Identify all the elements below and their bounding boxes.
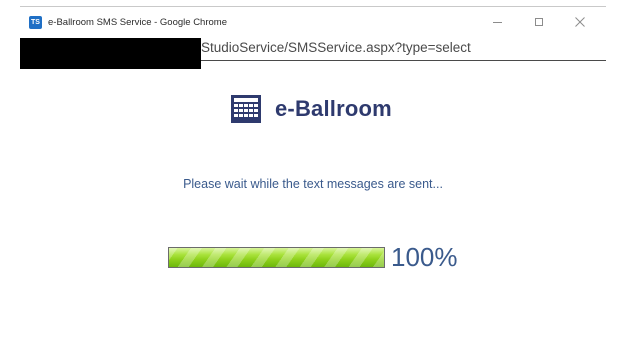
address-bar[interactable]: StudioService/SMSService.aspx?type=selec… — [20, 37, 606, 69]
close-icon — [574, 17, 585, 27]
progress-bar — [168, 246, 385, 268]
progress-percent-label: 100% — [391, 242, 458, 272]
browser-window: TS e-Ballroom SMS Service - Google Chrom… — [0, 0, 640, 339]
app-icon: TS — [29, 15, 42, 29]
status-message: Please wait while the text messages are … — [183, 177, 443, 191]
progress-bar-fill — [169, 247, 384, 267]
window-title: e-Ballroom SMS Service - Google Chrome — [48, 16, 227, 28]
redacted-url-prefix — [20, 38, 201, 69]
brand-header: e-Ballroom — [231, 94, 392, 124]
maximize-button[interactable] — [518, 7, 559, 37]
minimize-icon — [493, 21, 502, 23]
url-text[interactable]: StudioService/SMSService.aspx?type=selec… — [201, 40, 471, 55]
brand-name: e-Ballroom — [275, 96, 392, 121]
minimize-button[interactable] — [477, 7, 518, 37]
maximize-icon — [534, 18, 543, 26]
progress-indicator: 100% — [168, 244, 458, 270]
calendar-grid-icon — [231, 95, 261, 123]
close-button[interactable] — [559, 7, 600, 37]
window-controls — [477, 7, 600, 37]
title-bar[interactable]: TS e-Ballroom SMS Service - Google Chrom… — [20, 7, 606, 37]
